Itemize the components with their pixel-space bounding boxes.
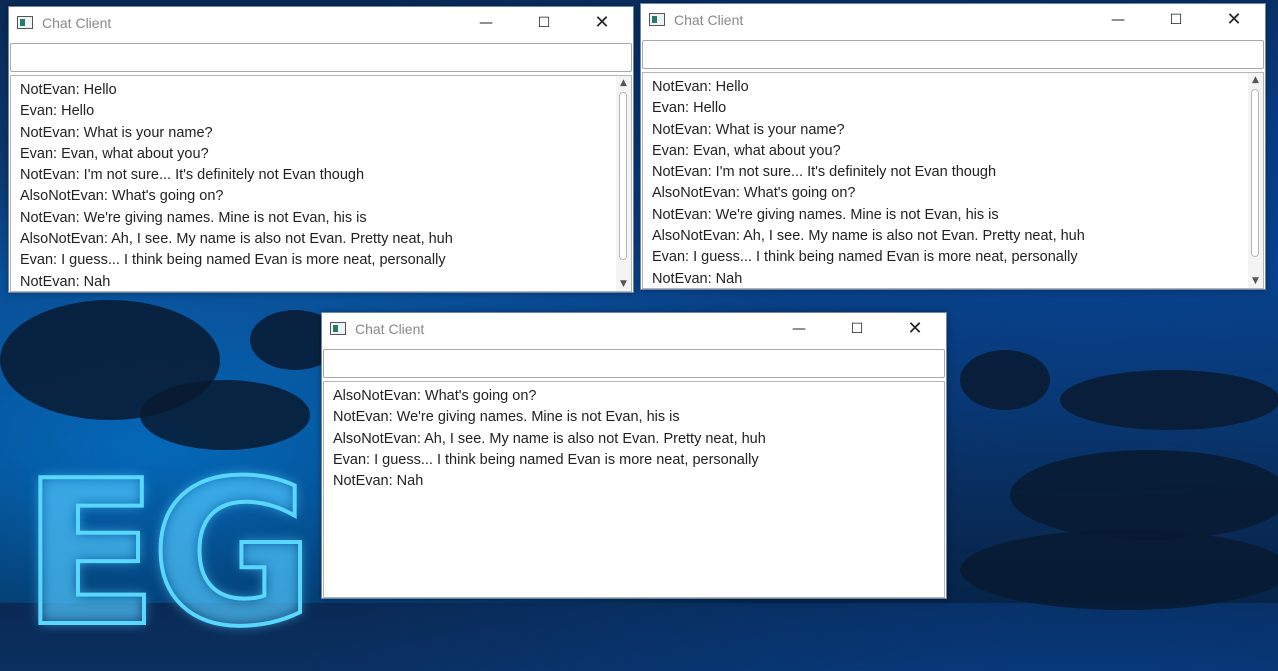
window-title: Chat Client [355,321,425,337]
app-icon [330,322,346,335]
message-item: NotEvan: Hello [20,82,117,98]
message-item: Evan: I guess... I think being named Eva… [652,249,1078,266]
message-item: Evan: Evan, what about you? [652,142,841,159]
message-item: AlsoNotEvan: Ah, I see. My name is also … [652,228,1085,245]
maximize-button[interactable]: ☐ [834,313,880,345]
message-input[interactable] [323,349,945,378]
message-item: Evan: I guess... I think being named Eva… [20,252,446,269]
close-button[interactable]: ✕ [1211,4,1257,36]
vertical-scrollbar[interactable]: ▲ ▼ [1248,73,1263,288]
maximize-button[interactable]: ☐ [521,7,567,39]
scroll-down-icon[interactable]: ▼ [1248,274,1263,288]
scroll-down-icon[interactable]: ▼ [616,277,631,291]
message-item: NotEvan: We're giving names. Mine is not… [20,209,367,226]
message-item: Evan: I guess... I think being named Eva… [333,451,759,468]
message-item: NotEvan: We're giving names. Mine is not… [652,206,999,223]
wallpaper-rock [1060,370,1278,430]
message-item: Evan: Hello [20,103,95,120]
message-item: Evan: Hello [652,100,727,117]
message-item: Evan: Evan, what about you? [20,145,209,162]
message-item: NotEvan: What is your name? [652,121,845,138]
window-title: Chat Client [42,15,112,31]
message-item: NotEvan: We're giving names. Mine is not… [333,409,680,426]
chat-window-2: Chat Client — ☐ ✕ NotEvan: Hello Evan: H… [640,3,1266,290]
window-title: Chat Client [674,12,744,28]
wallpaper-rock [960,530,1278,610]
minimize-button[interactable]: — [776,313,822,345]
message-list[interactable]: AlsoNotEvan: What's going on? NotEvan: W… [323,381,945,598]
app-icon [649,13,665,26]
app-icon [17,16,33,29]
scroll-thumb[interactable] [1251,89,1259,257]
message-list[interactable]: NotEvan: Hello Evan: Hello NotEvan: What… [642,72,1264,289]
scroll-up-icon[interactable]: ▲ [616,76,631,90]
message-item: NotEvan: Hello [652,79,749,95]
minimize-button[interactable]: — [463,7,509,39]
vertical-scrollbar[interactable]: ▲ ▼ [616,76,631,291]
message-item: NotEvan: I'm not sure... It's definitely… [652,164,997,181]
message-item: NotEvan: What is your name? [20,124,213,141]
wallpaper-logo: EG [20,438,317,671]
message-item: AlsoNotEvan: Ah, I see. My name is also … [20,231,453,248]
message-item: AlsoNotEvan: What's going on? [20,188,224,205]
title-bar[interactable]: Chat Client — ☐ ✕ [9,7,633,41]
message-item: AlsoNotEvan: What's going on? [333,388,537,404]
chat-window-3: Chat Client — ☐ ✕ AlsoNotEvan: What's go… [321,312,947,599]
message-item: AlsoNotEvan: Ah, I see. My name is also … [333,430,766,447]
message-item: NotEvan: Nah [652,270,743,287]
close-button[interactable]: ✕ [579,7,625,39]
message-item: NotEvan: Nah [333,473,424,490]
title-bar[interactable]: Chat Client — ☐ ✕ [641,4,1265,38]
maximize-button[interactable]: ☐ [1153,4,1199,36]
message-input[interactable] [642,40,1264,69]
scroll-up-icon[interactable]: ▲ [1248,73,1263,87]
title-bar[interactable]: Chat Client — ☐ ✕ [322,313,946,347]
message-input[interactable] [10,43,632,72]
scroll-thumb[interactable] [619,92,627,260]
message-item: NotEvan: I'm not sure... It's definitely… [20,167,365,184]
message-item: NotEvan: Nah [20,273,111,290]
wallpaper-rock [1010,450,1278,540]
wallpaper-rock [960,350,1050,410]
message-item: AlsoNotEvan: What's going on? [652,185,856,202]
message-list[interactable]: NotEvan: Hello Evan: Hello NotEvan: What… [10,75,632,292]
minimize-button[interactable]: — [1095,4,1141,36]
close-button[interactable]: ✕ [892,313,938,345]
chat-window-1: Chat Client — ☐ ✕ NotEvan: Hello Evan: H… [8,6,634,293]
